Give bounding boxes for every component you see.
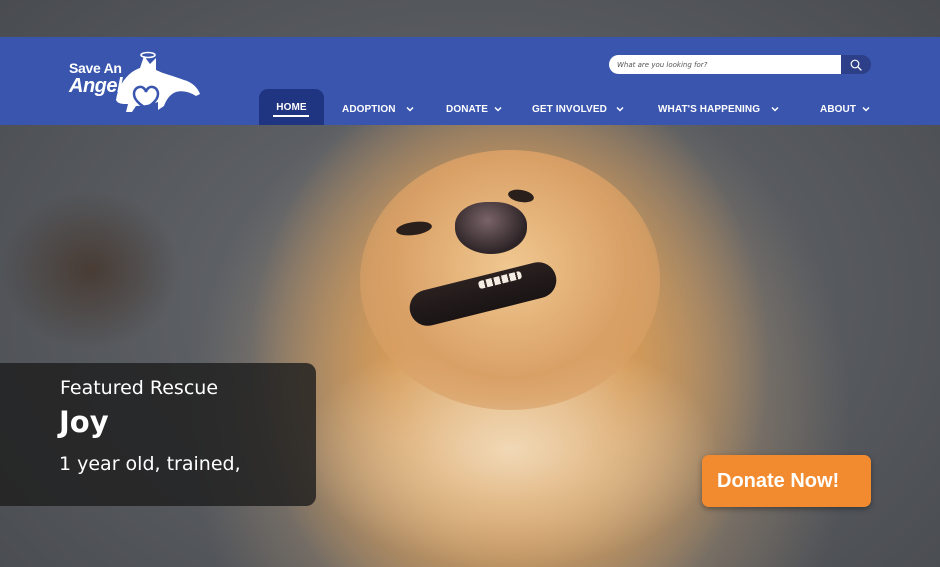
nav-item-label: ABOUT [820,103,857,115]
chevron-down-icon [406,106,414,112]
featured-rescue-description: 1 year old, trained, [59,453,241,475]
chevron-down-icon [771,106,779,112]
chevron-down-icon [616,106,624,112]
dog-nose [455,202,527,254]
featured-rescue-label: Featured Rescue [60,377,219,399]
nav-item-label: DONATE [446,103,489,115]
site-header: Save An Angel HOME ADOPTION DONATE GET I… [0,37,940,125]
featured-rescue-card[interactable]: Featured Rescue Joy 1 year old, trained, [0,363,316,506]
nav-item-home[interactable]: HOME [259,89,324,125]
nav-item-adoption[interactable]: ADOPTION [342,93,414,125]
nav-item-label: HOME [276,101,307,113]
nav-item-get-involved[interactable]: GET INVOLVED [532,93,624,125]
chevron-down-icon [862,106,870,112]
nav-item-about[interactable]: ABOUT [820,93,870,125]
active-indicator [273,115,309,117]
chevron-down-icon [494,106,502,112]
main-nav: HOME ADOPTION DONATE GET INVOLVED WHAT'S… [0,37,940,125]
featured-rescue-name: Joy [59,405,109,439]
donate-now-button[interactable]: Donate Now! [702,455,871,507]
nav-item-donate[interactable]: DONATE [446,93,502,125]
nav-item-whats-happening[interactable]: WHAT'S HAPPENING [658,93,779,125]
nav-item-label: GET INVOLVED [532,103,607,115]
nav-item-label: WHAT'S HAPPENING [658,103,761,115]
nav-item-label: ADOPTION [342,103,396,115]
